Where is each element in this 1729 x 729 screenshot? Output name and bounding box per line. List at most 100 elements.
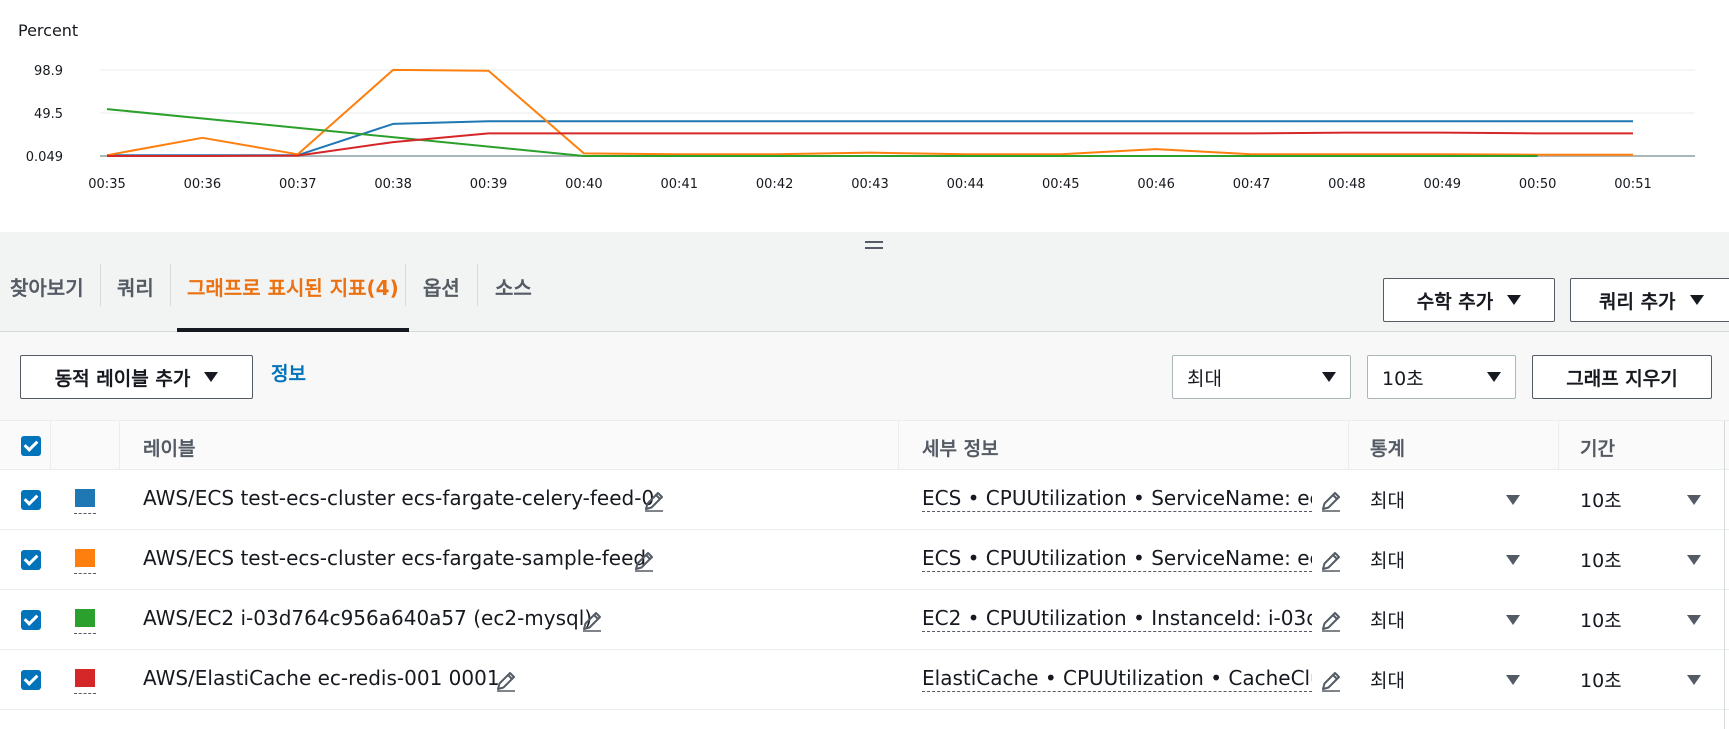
- x-tick-label: 00:45: [1042, 177, 1079, 192]
- tab-query-label: 쿼리: [117, 276, 154, 300]
- swatch-underline: [74, 513, 96, 514]
- row-period-value[interactable]: 10초: [1580, 546, 1622, 573]
- column-separator: [1558, 421, 1559, 470]
- x-tick-label: 00:48: [1328, 177, 1365, 192]
- swatch-underline: [74, 693, 96, 694]
- series-color-swatch[interactable]: [75, 549, 95, 567]
- caret-down-icon: [204, 372, 219, 382]
- tab-options-label: 옵션: [423, 276, 460, 300]
- period-select-value: 10초: [1382, 367, 1424, 390]
- tab-separator: [100, 264, 101, 306]
- column-header-statistic[interactable]: 통계: [1370, 434, 1405, 461]
- row-statistic-value[interactable]: 최대: [1370, 666, 1405, 693]
- column-header-label[interactable]: 레이블: [143, 434, 195, 461]
- row-checkbox[interactable]: [21, 490, 41, 510]
- tab-query[interactable]: 쿼리: [117, 256, 154, 331]
- row-checkbox[interactable]: [21, 670, 41, 690]
- row-period-value[interactable]: 10초: [1580, 666, 1622, 693]
- tab-source-label: 소스: [495, 276, 532, 300]
- line-chart-svg: Percent 98.949.50.049 00:35 00:36 00:37 00:…: [18, 21, 1695, 192]
- y-tick-label: 49.5: [34, 107, 63, 122]
- caret-down-icon[interactable]: [1506, 675, 1520, 685]
- caret-down-icon[interactable]: [1506, 495, 1520, 505]
- x-tick-label: 00:38: [374, 177, 411, 192]
- series-color-swatch[interactable]: [75, 669, 95, 687]
- caret-down-icon[interactable]: [1687, 675, 1701, 685]
- graphed-metrics-table: 레이블 세부 정보 통계 기간 AWS/ECS test-ecs-cluster…: [0, 421, 1729, 729]
- metric-details[interactable]: ElastiCache • CPUUtilization • CacheClus…: [922, 666, 1312, 692]
- column-header-period[interactable]: 기간: [1580, 434, 1615, 461]
- edit-pencil-icon[interactable]: [1319, 549, 1343, 573]
- series-color-swatch[interactable]: [75, 489, 95, 507]
- row-checkbox[interactable]: [21, 610, 41, 630]
- tab-graphed-metrics[interactable]: 그래프로 표시된 지표(4): [177, 256, 409, 332]
- select-all-checkbox[interactable]: [21, 436, 41, 456]
- swatch-underline: [74, 633, 96, 634]
- period-select[interactable]: 10초: [1367, 355, 1516, 399]
- caret-down-icon[interactable]: [1687, 555, 1701, 565]
- clear-graph-label: 그래프 지우기: [1566, 367, 1678, 390]
- metric-details[interactable]: ECS • CPUUtilization • ServiceName: ecs-…: [922, 486, 1312, 512]
- row-statistic-value[interactable]: 최대: [1370, 546, 1405, 573]
- tab-source[interactable]: 소스: [495, 256, 532, 331]
- add-dynamic-label-button[interactable]: 동적 레이블 추가: [20, 355, 253, 399]
- row-checkbox[interactable]: [21, 550, 41, 570]
- add-query-button[interactable]: 쿼리 추가: [1570, 278, 1729, 322]
- caret-down-icon[interactable]: [1506, 555, 1520, 565]
- row-period-value[interactable]: 10초: [1580, 486, 1622, 513]
- statistic-select[interactable]: 최대: [1172, 355, 1351, 399]
- column-header-details[interactable]: 세부 정보: [922, 434, 999, 461]
- row-period-value[interactable]: 10초: [1580, 606, 1622, 633]
- tab-separator: [405, 264, 406, 306]
- row-statistic-value[interactable]: 최대: [1370, 486, 1405, 513]
- caret-down-icon[interactable]: [1506, 615, 1520, 625]
- x-tick-label: 00:41: [661, 177, 698, 192]
- column-separator: [119, 421, 120, 470]
- metric-label: AWS/EC2 i-03d764c956a640a57 (ec2-mysql): [143, 606, 593, 630]
- tab-graphed-metrics-label: 그래프로 표시된 지표: [187, 276, 367, 300]
- column-separator: [898, 421, 899, 470]
- tab-bar: 찾아보기 쿼리 그래프로 표시된 지표(4) 옵션 소스 수학 추가 쿼리 추가: [0, 256, 1729, 332]
- clear-graph-button[interactable]: 그래프 지우기: [1532, 355, 1712, 399]
- metric-details[interactable]: ECS • CPUUtilization • ServiceName: ecs-…: [922, 546, 1312, 572]
- x-tick-label: 00:49: [1424, 177, 1461, 192]
- edit-pencil-icon[interactable]: [1319, 489, 1343, 513]
- x-tick-label: 00:37: [279, 177, 316, 192]
- add-query-label: 쿼리 추가: [1599, 290, 1676, 313]
- info-link[interactable]: 정보: [271, 359, 306, 386]
- table-row: AWS/ECS test-ecs-cluster ecs-fargate-cel…: [0, 470, 1729, 530]
- caret-down-icon[interactable]: [1687, 495, 1701, 505]
- x-tick-label: 00:43: [851, 177, 888, 192]
- add-dynamic-label-text: 동적 레이블 추가: [54, 367, 191, 390]
- chart-grid: [100, 69, 1695, 157]
- column-separator: [50, 421, 51, 470]
- metric-details[interactable]: EC2 • CPUUtilization • InstanceId: i-03d…: [922, 606, 1312, 632]
- edit-pencil-icon[interactable]: [494, 669, 518, 693]
- edit-pencil-icon[interactable]: [632, 549, 656, 573]
- x-axis-ticks: 00:35 00:36 00:37 00:38 00:39 00:40 00:41 00:42…: [88, 177, 1651, 192]
- series-color-swatch[interactable]: [75, 609, 95, 627]
- table-row: AWS/EC2 i-03d764c956a640a57 (ec2-mysql) …: [0, 590, 1729, 650]
- row-statistic-value[interactable]: 최대: [1370, 606, 1405, 633]
- x-tick-label: 00:46: [1137, 177, 1174, 192]
- edit-pencil-icon[interactable]: [580, 609, 604, 633]
- resize-splitter[interactable]: [0, 232, 1729, 256]
- add-math-button[interactable]: 수학 추가: [1383, 278, 1555, 322]
- metrics-toolbar: 동적 레이블 추가 정보 최대 10초 그래프 지우기: [0, 332, 1729, 421]
- x-tick-label: 00:47: [1233, 177, 1270, 192]
- tab-options[interactable]: 옵션: [423, 256, 460, 331]
- caret-down-icon[interactable]: [1687, 615, 1701, 625]
- caret-down-icon: [1689, 295, 1704, 305]
- tab-browse[interactable]: 찾아보기: [10, 256, 84, 331]
- y-tick-label: 98.9: [34, 64, 63, 79]
- edit-pencil-icon[interactable]: [642, 489, 666, 513]
- table-row: AWS/ECS test-ecs-cluster ecs-fargate-sam…: [0, 530, 1729, 590]
- edit-pencil-icon[interactable]: [1319, 609, 1343, 633]
- swatch-underline: [74, 573, 96, 574]
- tab-separator: [170, 264, 171, 306]
- metrics-chart: Percent 98.9 49.5 0.049 00:35 00:36 00:37 00:…: [0, 0, 1729, 232]
- drag-handle-icon[interactable]: [865, 241, 883, 249]
- tab-browse-label: 찾아보기: [10, 276, 84, 300]
- statistic-select-value: 최대: [1187, 367, 1222, 390]
- edit-pencil-icon[interactable]: [1319, 669, 1343, 693]
